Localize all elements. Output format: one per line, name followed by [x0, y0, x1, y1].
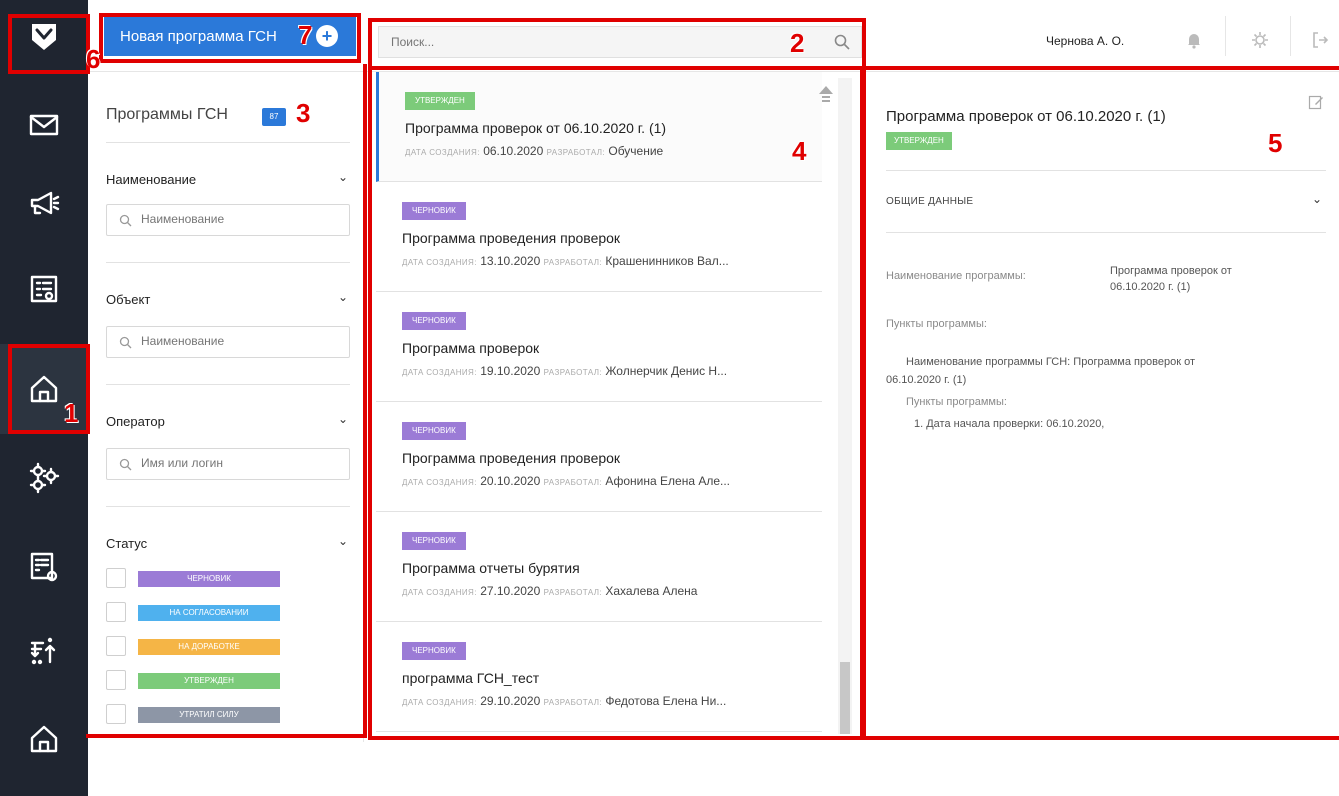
gears-icon	[29, 462, 60, 494]
form-icon	[30, 275, 58, 303]
document-search-icon	[30, 552, 58, 582]
annotation-number: 2	[790, 28, 805, 58]
rail-home-secondary[interactable]	[0, 700, 88, 778]
user-name[interactable]: Чернова А. О.	[1046, 34, 1124, 48]
home-icon	[30, 725, 58, 753]
rail-forms[interactable]	[0, 250, 88, 328]
annotation-number: 7	[298, 20, 313, 50]
annotation-box	[860, 66, 1339, 740]
annotation-number: 6	[86, 44, 101, 74]
mail-icon	[29, 114, 59, 136]
annotation-number: 1	[64, 398, 79, 428]
logout-icon[interactable]	[1310, 30, 1330, 50]
rail-mail[interactable]	[0, 86, 88, 164]
topbar-divider	[1290, 16, 1291, 56]
rail-documents[interactable]	[0, 528, 88, 606]
annotation-box	[8, 14, 90, 74]
topbar-divider	[1225, 16, 1226, 56]
bell-icon[interactable]	[1184, 30, 1204, 50]
annotation-number: 5	[1268, 128, 1283, 158]
annotation-number: 4	[792, 136, 807, 166]
annotation-box	[368, 66, 866, 740]
annotation-number: 3	[296, 98, 311, 128]
gear-icon[interactable]	[1250, 30, 1270, 50]
annotation-box	[99, 13, 361, 63]
rail-announcements[interactable]	[0, 164, 88, 242]
rail-settings[interactable]	[0, 438, 88, 516]
rail-sort[interactable]	[0, 612, 88, 690]
megaphone-icon	[30, 191, 60, 215]
sort-icon	[30, 637, 56, 665]
annotation-box	[86, 64, 367, 738]
